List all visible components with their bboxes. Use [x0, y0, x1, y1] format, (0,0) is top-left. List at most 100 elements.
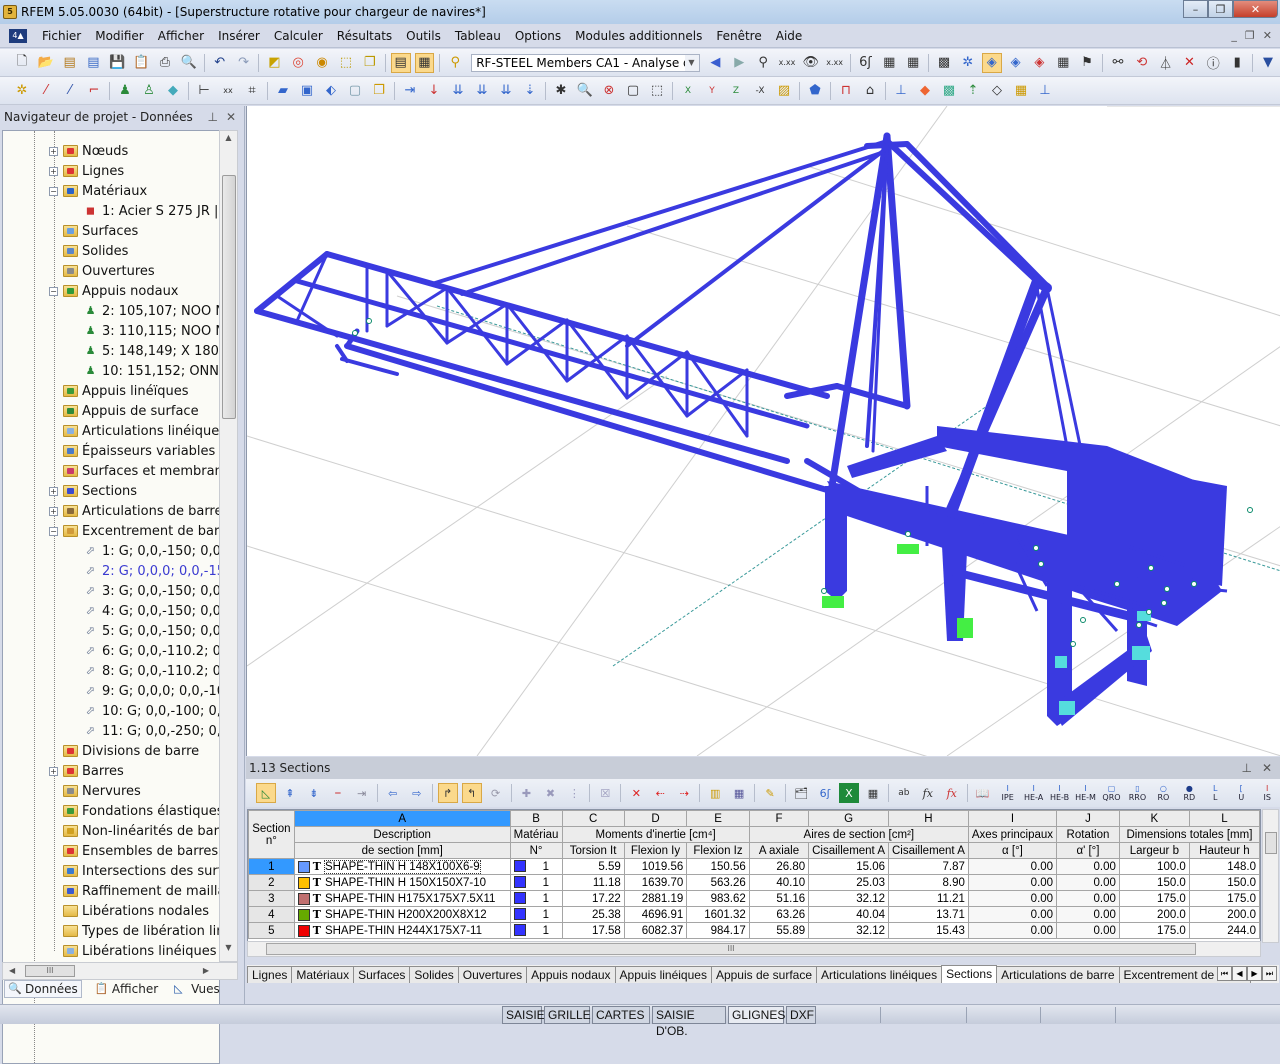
alpha-cell[interactable]: 0.00 [967, 906, 1058, 923]
column-i-header[interactable]: I [967, 810, 1058, 827]
tree-folder-item[interactable]: Nervures [49, 781, 141, 801]
scroll-thumb[interactable]: III [266, 943, 1196, 955]
table-toggle-icon[interactable]: ▦ [414, 52, 435, 73]
description-cell[interactable]: T SHAPE-THIN H175X175X7.5X11 [293, 890, 511, 907]
cube-icon[interactable]: ▩ [939, 81, 959, 101]
copy-surface-icon[interactable]: ❐ [369, 81, 389, 101]
tree-folder-item[interactable]: Surfaces [49, 221, 138, 241]
flexion-z-cell[interactable]: 984.17 [686, 922, 750, 939]
profile-hem-button[interactable]: I HE-M [1075, 784, 1097, 802]
status-toggle-button[interactable]: GLIGNES [728, 1006, 785, 1024]
section-icon[interactable]: ⊥ [1035, 81, 1055, 101]
row-number-cell[interactable]: 3 [248, 890, 295, 907]
menu-outils[interactable]: Outils [399, 29, 448, 43]
alpha-cell[interactable]: 0.00 [967, 922, 1058, 939]
rotate-icon[interactable]: ⟲ [1132, 53, 1152, 73]
tree-leaf-item[interactable]: ⬀ 3: G; 0,0,-150; 0,0,-1 [83, 581, 219, 601]
alpha-prime-cell[interactable]: 0.00 [1056, 922, 1120, 939]
flexion-y-cell[interactable]: 2881.19 [623, 890, 688, 907]
sheet-tab[interactable]: Surfaces [353, 966, 411, 983]
tree-vertical-scrollbar[interactable]: ▲ ▼ [219, 130, 238, 962]
shear-z-cell[interactable]: 13.71 [888, 906, 969, 923]
torsion-cell[interactable]: 5.59 [561, 858, 625, 875]
table-row[interactable]: 1 T SHAPE-THIN H 148X100X6-9 1 5.59 1019.56 15… [248, 858, 1260, 875]
minimize-button[interactable]: – [1183, 0, 1208, 18]
height-cell[interactable]: 244.0 [1188, 922, 1260, 939]
layout-icon[interactable]: ▦ [1011, 81, 1031, 101]
tree-folder-item[interactable]: + Sections [49, 481, 137, 501]
solid-load-icon[interactable]: ⇊ [496, 81, 516, 101]
open-archive-icon[interactable]: ▤ [60, 53, 80, 73]
solid-icon[interactable]: ⬖ [321, 81, 341, 101]
imposed-load-icon[interactable]: ⇣ [520, 81, 540, 101]
tree-leaf-item[interactable]: ⬀ 10: G; 0,0,-100; 0,0,- [83, 701, 219, 721]
menu-modules[interactable]: Modules additionnels [568, 29, 709, 43]
torsion-cell[interactable]: 17.58 [561, 922, 625, 939]
scroll-thumb[interactable] [222, 175, 236, 419]
column-d-header[interactable]: D [623, 810, 688, 827]
calculator-icon[interactable]: ▦ [863, 783, 883, 803]
tree-folder-item[interactable]: Ouvertures [49, 261, 155, 281]
profile-ro-button[interactable]: ○ RO [1152, 784, 1174, 802]
menu-fenetre[interactable]: Fenêtre [709, 29, 768, 43]
tree-leaf-item[interactable]: ♟ 10: 151,152; ONN N [83, 361, 219, 381]
tab-vues[interactable]: ◺ Vues [171, 981, 223, 997]
new-line-icon[interactable]: ⁄ [36, 81, 56, 101]
new-node-icon[interactable]: ✲ [12, 81, 32, 101]
zoom-window-icon[interactable]: 🔍 [575, 81, 595, 101]
structure-model-3d[interactable] [247, 106, 1280, 756]
collapse-icon[interactable]: − [49, 286, 58, 296]
window-icon[interactable]: ❐ [360, 53, 380, 73]
description-cell[interactable]: T SHAPE-THIN H 150X150X7-10 [293, 874, 511, 891]
expand-icon[interactable]: + [49, 766, 58, 776]
width-cell[interactable]: 150.0 [1118, 874, 1190, 891]
scroll-thumb[interactable]: III [25, 965, 75, 977]
zoom-all-icon[interactable]: ⊗ [599, 81, 619, 101]
mirror-icon[interactable]: ⏃ [1156, 53, 1176, 73]
render-icon[interactable]: ▩ [934, 53, 954, 73]
profile-rro-button[interactable]: ▯ RRO [1126, 784, 1148, 802]
last-sheet-icon[interactable]: ⏭ [1262, 966, 1277, 981]
tab-donnees[interactable]: 🔍 Données [4, 980, 82, 998]
open-file-icon[interactable]: 📂 [36, 53, 56, 73]
scroll-down-icon[interactable]: ▼ [220, 943, 237, 959]
status-toggle-button[interactable]: GRILLE [544, 1006, 591, 1024]
alpha-prime-cell[interactable]: 0.00 [1056, 858, 1120, 875]
tree-folder-item[interactable]: Appuis de surface [49, 401, 199, 421]
tree-folder-item[interactable]: Types de libération liné [49, 921, 219, 941]
pin-icon[interactable]: ⊥ [1241, 761, 1251, 775]
next-sheet-icon[interactable]: ▶ [1247, 966, 1262, 981]
view-y-icon[interactable]: ◈ [1029, 53, 1049, 73]
menu-resultats[interactable]: Résultats [330, 29, 399, 43]
view-z-axis-icon[interactable]: Z [726, 81, 746, 101]
delete-cell-icon[interactable]: ✕ [626, 783, 646, 803]
status-toggle-button[interactable]: SAISIE D'OB. [652, 1006, 726, 1038]
tree-leaf-item[interactable]: ⬀ 8: G; 0,0,-110.2; 0,0,( [83, 661, 219, 681]
library-icon[interactable]: 🗂 [791, 783, 811, 803]
profile-qro-button[interactable]: ▢ QRO [1101, 784, 1123, 802]
server-icon[interactable]: ▤ [84, 53, 104, 73]
clipboard-icon[interactable]: 📋 [131, 53, 151, 73]
description-cell[interactable]: T SHAPE-THIN H200X200X8X12 [293, 906, 511, 923]
menu-afficher[interactable]: Afficher [151, 29, 211, 43]
height-cell[interactable]: 150.0 [1188, 874, 1260, 891]
shear-z-cell[interactable]: 15.43 [888, 922, 969, 939]
menu-aide[interactable]: Aide [769, 29, 810, 43]
shear-z-cell[interactable]: 7.87 [888, 858, 969, 875]
tree-folder-item[interactable]: Ensembles de barres [49, 841, 218, 861]
polyline-icon[interactable]: ⌐ [84, 81, 104, 101]
material-cell[interactable]: 1 [509, 922, 563, 939]
tree-leaf-item[interactable]: ♟ 2: 105,107; NOO NN [83, 301, 219, 321]
mdi-minimize-button[interactable]: _ [1231, 29, 1237, 42]
tree-folder-item[interactable]: Divisions de barre [49, 741, 199, 761]
alpha-prime-cell[interactable]: 0.00 [1056, 906, 1120, 923]
tree-leaf-item[interactable]: ⬀ 1: G; 0,0,-150; 0,0,-1 [83, 541, 219, 561]
tree-folder-item[interactable]: Intersections des surfac [49, 861, 219, 881]
sheet-tab[interactable]: Articulations linéiques [816, 966, 943, 983]
visibility-icon[interactable]: ⬟ [805, 81, 825, 101]
scroll-left-icon[interactable]: ◀ [9, 963, 15, 979]
model-viewport[interactable] [246, 106, 1280, 756]
height-cell[interactable]: 148.0 [1188, 858, 1260, 875]
table-grid-icon[interactable]: ▦ [729, 783, 749, 803]
profile-u-button[interactable]: [U [1230, 784, 1252, 802]
